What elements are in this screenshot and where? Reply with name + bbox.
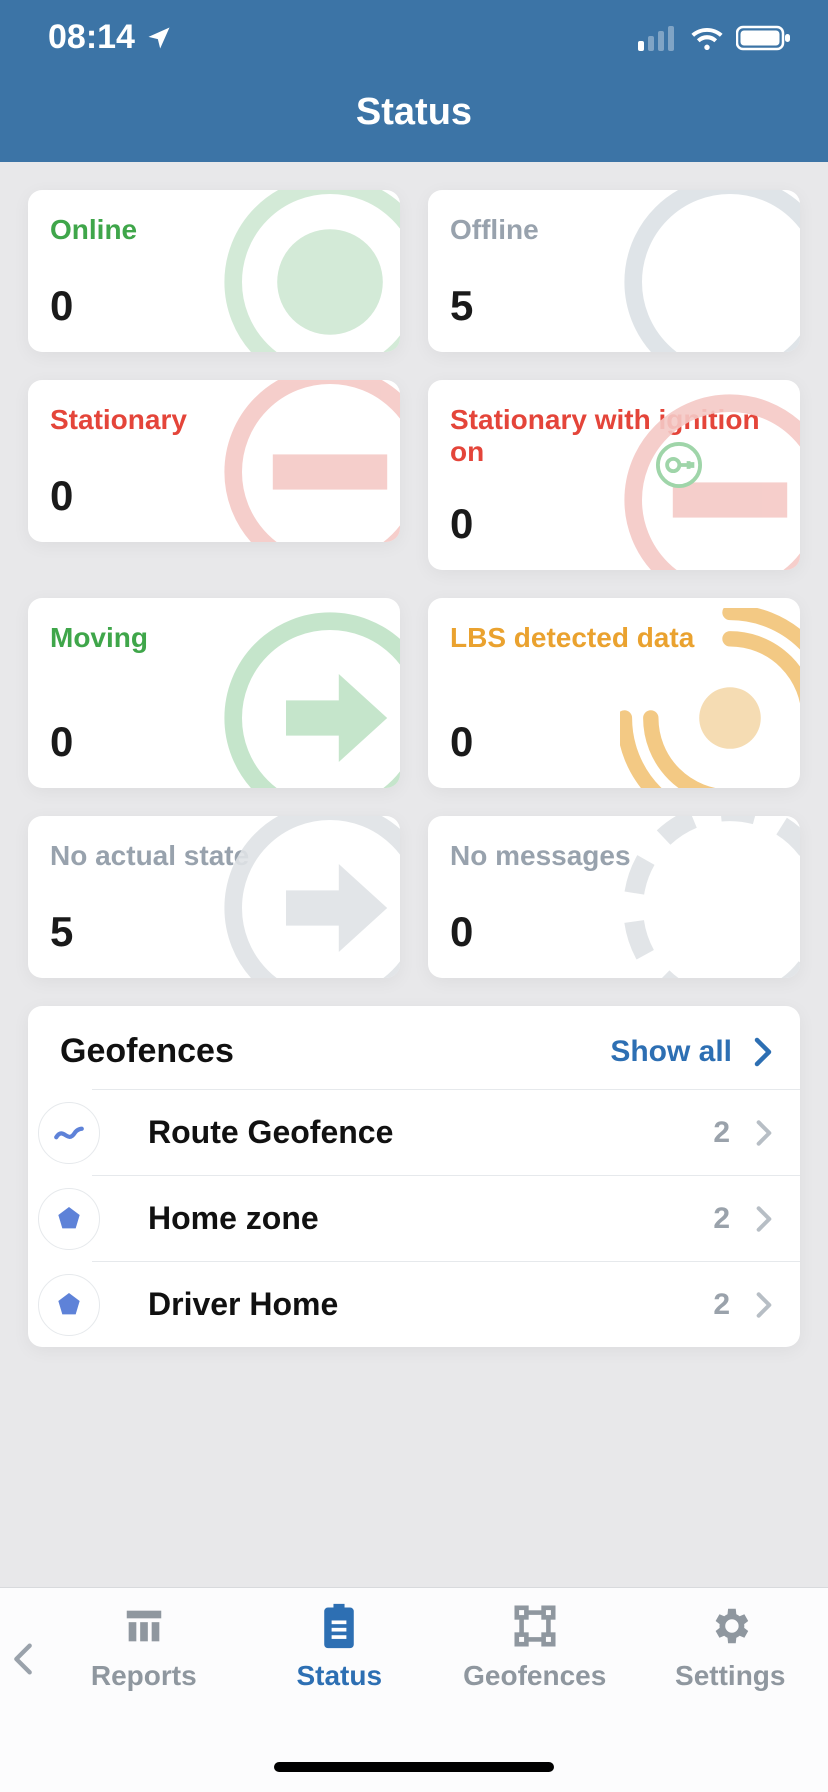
battery-icon (736, 25, 792, 51)
card-value: 0 (450, 718, 473, 766)
card-value: 0 (50, 718, 73, 766)
content-area: Online 0 Offline 5 Stationary 0 (0, 162, 828, 1587)
chevron-right-icon (756, 1291, 772, 1319)
location-arrow-icon (145, 24, 173, 52)
status-card-no-messages[interactable]: No messages 0 (428, 816, 800, 978)
geofence-row[interactable]: Home zone 2 (92, 1175, 800, 1261)
chevron-right-icon (754, 1037, 772, 1067)
geofence-name: Route Geofence (148, 1114, 713, 1151)
show-all-label: Show all (610, 1035, 732, 1069)
status-card-lbs[interactable]: LBS detected data 0 (428, 598, 800, 788)
status-card-stationary-ignition[interactable]: Stationary with ignition on 0 (428, 380, 800, 570)
tab-label: Settings (675, 1660, 785, 1692)
geofences-icon (511, 1602, 559, 1650)
settings-icon (706, 1602, 754, 1650)
status-card-no-actual-state[interactable]: No actual state 5 (28, 816, 400, 978)
card-value: 5 (450, 282, 473, 330)
polygon-icon (38, 1188, 100, 1250)
tab-bar: Reports Status Geofences Settings (0, 1587, 828, 1792)
status-card-online[interactable]: Online 0 (28, 190, 400, 352)
ignition-key-icon (656, 442, 702, 488)
geofences-panel: Geofences Show all Route Geofence 2 Home (28, 1006, 800, 1347)
app-header: 08:14 Status (0, 0, 828, 162)
geofences-title: Geofences (60, 1032, 234, 1071)
geofence-count: 2 (713, 1202, 730, 1236)
geofence-count: 2 (713, 1288, 730, 1322)
polygon-icon (38, 1274, 100, 1336)
geofences-header: Geofences Show all (28, 1006, 800, 1089)
tab-label: Geofences (463, 1660, 606, 1692)
tab-settings[interactable]: Settings (633, 1602, 828, 1792)
card-label: Offline (450, 214, 778, 246)
card-label: No messages (450, 840, 778, 872)
status-card-grid: Online 0 Offline 5 Stationary 0 (28, 190, 800, 978)
route-icon (38, 1102, 100, 1164)
card-value: 0 (450, 908, 473, 956)
card-value: 5 (50, 908, 73, 956)
status-icon (315, 1602, 363, 1650)
geofence-name: Home zone (148, 1200, 713, 1237)
back-button[interactable] (0, 1602, 46, 1792)
cellular-icon (638, 25, 678, 51)
reports-icon (120, 1602, 168, 1650)
chevron-left-icon (13, 1642, 33, 1676)
card-label: LBS detected data (450, 622, 778, 654)
card-value: 0 (450, 500, 473, 548)
tab-reports[interactable]: Reports (46, 1602, 242, 1792)
card-value: 0 (50, 282, 73, 330)
card-label: Stationary (50, 404, 378, 436)
home-indicator (274, 1762, 554, 1772)
chevron-right-icon (756, 1205, 772, 1233)
statusbar-left: 08:14 (48, 18, 173, 57)
geofence-row[interactable]: Route Geofence 2 (92, 1089, 800, 1175)
status-card-stationary[interactable]: Stationary 0 (28, 380, 400, 542)
ios-statusbar: 08:14 (0, 0, 828, 57)
statusbar-time: 08:14 (48, 18, 135, 57)
tab-label: Status (296, 1660, 382, 1692)
page-title: Status (0, 91, 828, 134)
chevron-right-icon (756, 1119, 772, 1147)
card-label: Moving (50, 622, 378, 654)
geofence-row[interactable]: Driver Home 2 (92, 1261, 800, 1347)
status-card-offline[interactable]: Offline 5 (428, 190, 800, 352)
geofence-name: Driver Home (148, 1286, 713, 1323)
card-value: 0 (50, 472, 73, 520)
card-label: Online (50, 214, 378, 246)
statusbar-right (638, 25, 792, 51)
card-label: No actual state (50, 840, 378, 872)
show-all-button[interactable]: Show all (610, 1035, 772, 1069)
geofence-count: 2 (713, 1116, 730, 1150)
tab-label: Reports (91, 1660, 197, 1692)
card-label: Stationary with ignition on (450, 404, 778, 468)
status-card-moving[interactable]: Moving 0 (28, 598, 400, 788)
wifi-icon (690, 25, 724, 51)
